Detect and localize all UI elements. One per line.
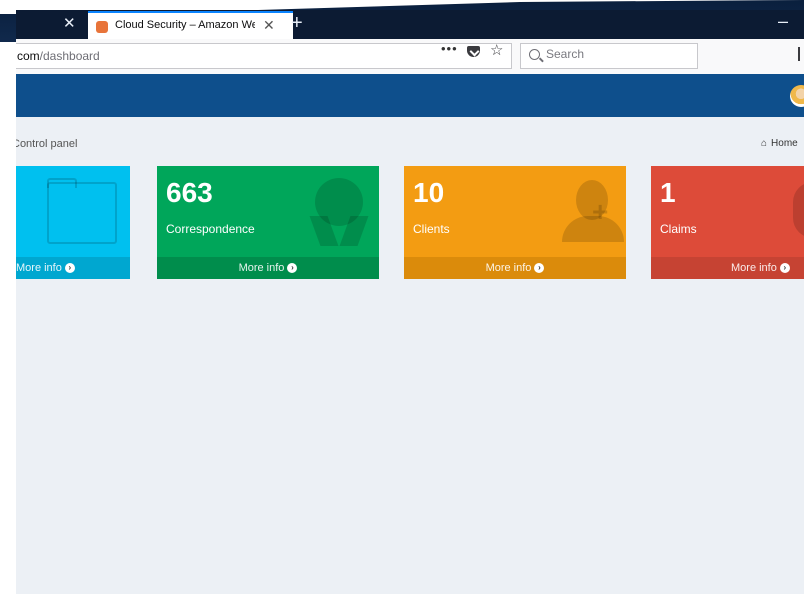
browser-window: ✕ Cloud Security – Amazon Web ✕ + – com/… (16, 10, 804, 594)
tab-title: Cloud Security – Amazon Web (115, 19, 255, 31)
award-icon (315, 178, 363, 226)
more-info-label: More info (485, 262, 532, 274)
url-host: com (17, 49, 40, 63)
more-info-label: More info (16, 262, 62, 274)
window-minimize-button[interactable]: – (778, 11, 788, 32)
search-input[interactable] (546, 47, 686, 61)
stat-value: 1 (660, 177, 676, 208)
more-info-link[interactable]: More info › (16, 257, 130, 279)
tab-close-icon[interactable]: ✕ (263, 17, 275, 34)
navigation-toolbar: com/dashboard ••• ☆ (16, 39, 804, 75)
stat-box-clients: + 10 Clients More info › (404, 166, 626, 279)
app-header (16, 74, 804, 117)
browser-tab-active[interactable]: Cloud Security – Amazon Web ✕ (88, 11, 293, 39)
claims-icon (793, 182, 804, 238)
url-text: com/dashboard (17, 49, 100, 63)
stat-value: 663 (166, 177, 213, 208)
page-actions-icon[interactable]: ••• (441, 41, 458, 56)
tab-strip: ✕ Cloud Security – Amazon Web ✕ + – (16, 10, 804, 39)
new-tab-button[interactable]: + (291, 12, 303, 35)
stat-box-blue: More info › (16, 166, 130, 279)
arrow-circle-right-icon: › (287, 263, 298, 274)
url-bar[interactable]: com/dashboard (16, 43, 512, 69)
more-info-label: More info (238, 262, 285, 274)
more-info-link[interactable]: More info › (157, 257, 379, 279)
library-icon[interactable] (798, 47, 800, 61)
breadcrumb-home-label: Home (771, 138, 798, 149)
dashboard-icon: ⌂ (761, 138, 768, 149)
stat-box-correspondence: 663 Correspondence More info › (157, 166, 379, 279)
url-path: /dashboard (39, 49, 100, 63)
stat-label: Correspondence (166, 222, 255, 236)
page-subtitle: Control panel (16, 138, 78, 150)
plus-icon: + (592, 196, 609, 227)
search-bar[interactable] (520, 43, 698, 69)
tab-favicon-icon (96, 21, 108, 33)
arrow-circle-right-icon: › (779, 263, 790, 274)
arrow-circle-right-icon: › (64, 263, 75, 274)
more-info-label: More info (731, 262, 777, 274)
stat-box-claims: 1 Claims More info › (651, 166, 804, 279)
more-info-link[interactable]: More info › (404, 257, 626, 279)
stat-label: Claims (660, 222, 697, 236)
bookmark-star-icon[interactable]: ☆ (490, 41, 503, 59)
arrow-circle-right-icon: › (534, 263, 545, 274)
search-icon (529, 49, 540, 60)
folder-icon (47, 182, 117, 244)
user-avatar[interactable] (790, 85, 804, 107)
stat-value: 10 (413, 177, 445, 208)
inactive-tab-close-icon[interactable]: ✕ (63, 14, 76, 32)
stat-label: Clients (413, 222, 450, 236)
breadcrumb-home[interactable]: ⌂ Home (761, 138, 798, 149)
more-info-link[interactable]: More info › (651, 257, 804, 279)
